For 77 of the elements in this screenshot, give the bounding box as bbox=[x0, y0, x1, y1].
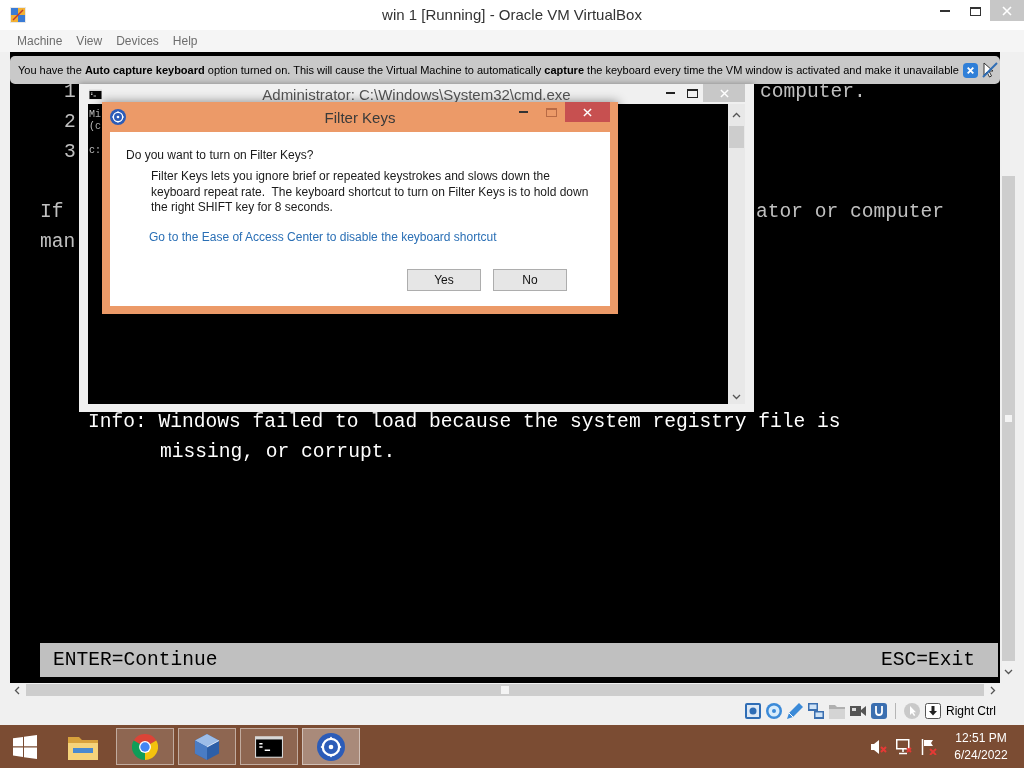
dialog-button[interactable]: Yes bbox=[407, 269, 481, 291]
taskbar-app[interactable] bbox=[240, 728, 298, 765]
close-icon bbox=[583, 107, 592, 117]
terminal-text: (c bbox=[89, 120, 101, 132]
clock-time: 12:51 PM bbox=[955, 729, 1007, 747]
console-text: computer. bbox=[760, 81, 866, 104]
dialog-question: Do you want to turn on Filter Keys? bbox=[126, 148, 314, 163]
chevron-down-icon bbox=[732, 394, 741, 400]
close-icon bbox=[962, 62, 978, 78]
app-icon bbox=[10, 7, 26, 23]
menu-item[interactable]: Machine bbox=[10, 33, 70, 49]
disk-icon bbox=[745, 703, 761, 719]
host-key-label: Right Ctrl bbox=[946, 704, 996, 718]
close-icon bbox=[719, 88, 729, 98]
monitor-icon bbox=[896, 738, 912, 755]
chevron-left-icon bbox=[14, 685, 20, 695]
terminal-icon bbox=[89, 88, 102, 100]
pointer-icon bbox=[981, 62, 998, 78]
camera-icon bbox=[850, 703, 866, 719]
window-title: Administrator: C:\Windows\System32\cmd.exe bbox=[262, 86, 571, 102]
terminal-icon bbox=[255, 735, 283, 758]
close-button[interactable] bbox=[962, 62, 978, 78]
maximize-icon bbox=[969, 6, 981, 16]
close-button[interactable] bbox=[565, 102, 610, 122]
cube-icon bbox=[194, 732, 220, 761]
key-hint: ENTER=Continue bbox=[53, 650, 218, 670]
flag-icon bbox=[921, 738, 937, 755]
console-text: If bbox=[40, 201, 64, 224]
disc-icon bbox=[766, 703, 782, 719]
window-title: win 1 [Running] - Oracle VM VirtualBox bbox=[382, 6, 642, 24]
mouse-icon bbox=[904, 703, 920, 719]
scrollbar-thumb[interactable] bbox=[26, 684, 984, 696]
console-text: missing, or corrupt. bbox=[160, 441, 396, 464]
minimize-icon bbox=[518, 111, 528, 113]
console-text: 3 bbox=[64, 141, 76, 164]
chevron-right-icon bbox=[990, 685, 996, 695]
muted-speaker-icon bbox=[871, 738, 887, 755]
scrollbar-thumb[interactable] bbox=[1001, 176, 1015, 661]
notification-text: You have the Auto capture keyboard option turned on. This will cause the Virtual Machine to automatically capture the keyboard every time the VM window is activated and make it unavailable bbox=[18, 63, 959, 77]
circle-arrows-icon bbox=[110, 109, 126, 125]
console-text: 1 bbox=[64, 81, 76, 104]
grip-icon bbox=[1004, 415, 1012, 422]
network-icon bbox=[808, 703, 824, 719]
menu-item[interactable]: Devices bbox=[109, 33, 166, 49]
console-text: 2 bbox=[64, 111, 76, 134]
capture-button[interactable] bbox=[981, 62, 998, 78]
chevron-up-icon bbox=[732, 112, 741, 118]
clock-date: 6/24/2022 bbox=[954, 746, 1008, 764]
menu-item[interactable]: Help bbox=[165, 33, 205, 49]
console-text: man bbox=[40, 231, 76, 254]
key-hint: ESC=Exit bbox=[880, 650, 975, 670]
console-text: ator or computer bbox=[756, 201, 945, 224]
minimize-icon bbox=[665, 92, 675, 94]
maximize-icon bbox=[545, 107, 557, 117]
menu-item[interactable]: View bbox=[69, 33, 110, 49]
start-icon bbox=[13, 734, 37, 759]
ease-of-access-link[interactable]: Go to the Ease of Access Center to disable the keyboard shortcut bbox=[149, 229, 497, 245]
browser-icon bbox=[132, 733, 158, 760]
chevron-down-icon bbox=[1003, 669, 1013, 675]
grip-icon bbox=[501, 686, 509, 694]
scrollbar-thumb[interactable] bbox=[729, 126, 744, 148]
circle-arrows-icon bbox=[317, 732, 345, 761]
close-icon bbox=[1002, 5, 1012, 16]
terminal-text: c: bbox=[89, 144, 101, 156]
taskbar-app[interactable] bbox=[302, 728, 360, 765]
dialog-title: Filter Keys bbox=[324, 108, 396, 126]
dialog-button[interactable]: No bbox=[493, 269, 567, 291]
pencil-icon bbox=[787, 703, 803, 719]
minimize-icon bbox=[940, 10, 950, 12]
terminal-text: Mi bbox=[89, 108, 101, 120]
vertical-scrollbar[interactable] bbox=[728, 104, 745, 404]
arrow-down-icon bbox=[925, 703, 941, 719]
console-text: Info: Windows failed to load because the system registry file is bbox=[88, 411, 841, 434]
maximize-icon bbox=[686, 88, 698, 98]
dialog-description: Filter Keys lets you ignore brief or repeated keystrokes and slows down the keyboard repeat rate. The keyboard shortcut to turn on Filter Keys is to hold down the right SHIFT key for 8 seconds. bbox=[151, 169, 590, 216]
folder-icon bbox=[829, 703, 845, 719]
usb-icon bbox=[871, 703, 887, 719]
